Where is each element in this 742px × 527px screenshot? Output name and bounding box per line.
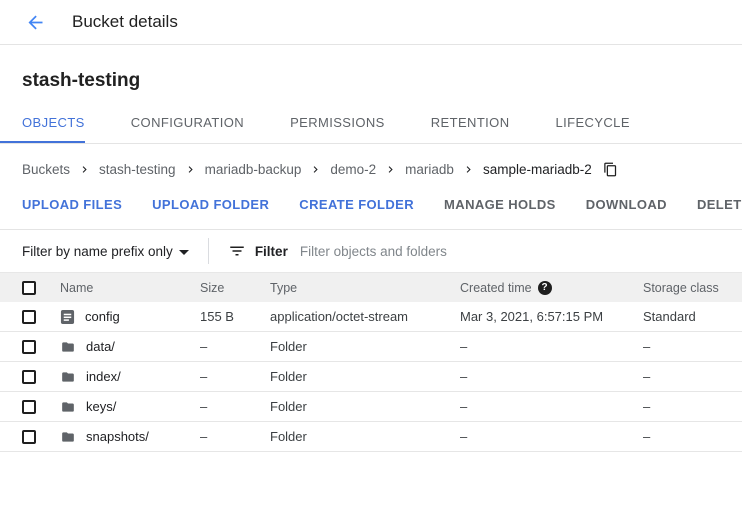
create-folder-button[interactable]: CREATE FOLDER bbox=[299, 197, 414, 212]
object-created-time: – bbox=[460, 369, 643, 384]
row-checkbox[interactable] bbox=[22, 430, 36, 444]
chevron-right-icon bbox=[384, 163, 397, 176]
row-checkbox[interactable] bbox=[22, 370, 36, 384]
manage-holds-button[interactable]: MANAGE HOLDS bbox=[444, 197, 556, 212]
breadcrumb: Buckets stash-testing mariadb-backup dem… bbox=[0, 144, 742, 190]
object-name-link[interactable]: keys/ bbox=[86, 399, 116, 414]
table-row: keys/ – Folder – – bbox=[0, 392, 742, 422]
arrow-back-icon bbox=[25, 12, 46, 33]
table-row: index/ – Folder – – bbox=[0, 362, 742, 392]
object-name-link[interactable]: data/ bbox=[86, 339, 115, 354]
breadcrumb-item-bucket[interactable]: stash-testing bbox=[99, 162, 176, 177]
bucket-name-title: stash-testing bbox=[0, 45, 742, 105]
download-button[interactable]: DOWNLOAD bbox=[586, 197, 667, 212]
back-button[interactable] bbox=[24, 11, 46, 33]
upload-folder-button[interactable]: UPLOAD FOLDER bbox=[152, 197, 269, 212]
column-header-size: Size bbox=[200, 281, 270, 295]
filter-scope-label: Filter by name prefix only bbox=[22, 244, 173, 259]
breadcrumb-item-current: sample-mariadb-2 bbox=[483, 162, 592, 177]
column-header-name: Name bbox=[60, 281, 93, 295]
table-header-row: Name Size Type Created time ? Storage cl… bbox=[0, 272, 742, 302]
tab-lifecycle[interactable]: LIFECYCLE bbox=[555, 105, 629, 143]
folder-icon bbox=[60, 430, 76, 444]
object-type: Folder bbox=[270, 339, 460, 354]
upload-files-button[interactable]: UPLOAD FILES bbox=[22, 197, 122, 212]
tab-permissions[interactable]: PERMISSIONS bbox=[290, 105, 385, 143]
object-actions-toolbar: UPLOAD FILES UPLOAD FOLDER CREATE FOLDER… bbox=[0, 190, 742, 229]
breadcrumb-item-mariadb-backup[interactable]: mariadb-backup bbox=[205, 162, 302, 177]
filter-scope-dropdown[interactable]: Filter by name prefix only bbox=[22, 244, 189, 259]
object-created-time: – bbox=[460, 339, 643, 354]
column-header-type: Type bbox=[270, 281, 460, 295]
filter-bar: Filter by name prefix only Filter bbox=[0, 229, 742, 272]
chevron-right-icon bbox=[184, 163, 197, 176]
dropdown-arrow-icon bbox=[179, 250, 189, 255]
folder-icon bbox=[60, 370, 76, 384]
object-storage-class: – bbox=[643, 429, 742, 444]
breadcrumb-item-demo-2[interactable]: demo-2 bbox=[330, 162, 376, 177]
help-icon[interactable]: ? bbox=[538, 281, 552, 295]
table-row: config 155 B application/octet-stream Ma… bbox=[0, 302, 742, 332]
tab-bar: OBJECTS CONFIGURATION PERMISSIONS RETENT… bbox=[0, 105, 742, 144]
tab-configuration[interactable]: CONFIGURATION bbox=[131, 105, 244, 143]
object-created-time: – bbox=[460, 429, 643, 444]
object-storage-class: – bbox=[643, 369, 742, 384]
filter-list-icon bbox=[228, 242, 246, 260]
breadcrumb-item-mariadb[interactable]: mariadb bbox=[405, 162, 454, 177]
object-created-time: – bbox=[460, 399, 643, 414]
table-row: snapshots/ – Folder – – bbox=[0, 422, 742, 452]
tab-retention[interactable]: RETENTION bbox=[431, 105, 510, 143]
object-name-link[interactable]: snapshots/ bbox=[86, 429, 149, 444]
chevron-right-icon bbox=[462, 163, 475, 176]
row-checkbox[interactable] bbox=[22, 400, 36, 414]
object-size: – bbox=[200, 369, 270, 384]
vertical-divider bbox=[208, 238, 209, 264]
chevron-right-icon bbox=[78, 163, 91, 176]
object-storage-class: – bbox=[643, 339, 742, 354]
object-type: Folder bbox=[270, 399, 460, 414]
folder-icon bbox=[60, 340, 76, 354]
content-copy-icon bbox=[603, 162, 618, 177]
row-checkbox[interactable] bbox=[22, 340, 36, 354]
page-title: Bucket details bbox=[72, 12, 178, 32]
breadcrumb-item-buckets[interactable]: Buckets bbox=[22, 162, 70, 177]
row-checkbox[interactable] bbox=[22, 310, 36, 324]
object-type: Folder bbox=[270, 369, 460, 384]
copy-path-button[interactable] bbox=[603, 162, 618, 177]
object-name-link[interactable]: index/ bbox=[86, 369, 121, 384]
select-all-checkbox[interactable] bbox=[22, 281, 36, 295]
folder-icon bbox=[60, 400, 76, 414]
object-name-link[interactable]: config bbox=[85, 309, 120, 324]
topbar: Bucket details bbox=[0, 0, 742, 45]
delete-button[interactable]: DELETE bbox=[697, 197, 742, 212]
file-icon bbox=[60, 309, 75, 325]
object-type: Folder bbox=[270, 429, 460, 444]
object-storage-class: – bbox=[643, 399, 742, 414]
table-row: data/ – Folder – – bbox=[0, 332, 742, 362]
object-size: – bbox=[200, 429, 270, 444]
object-size: – bbox=[200, 339, 270, 354]
chevron-right-icon bbox=[309, 163, 322, 176]
column-header-created-time: Created time bbox=[460, 281, 532, 295]
object-size: 155 B bbox=[200, 309, 270, 324]
tab-objects[interactable]: OBJECTS bbox=[0, 105, 85, 143]
column-header-storage-class: Storage class bbox=[643, 281, 742, 295]
object-type: application/octet-stream bbox=[270, 309, 460, 324]
filter-objects-input[interactable] bbox=[300, 244, 720, 259]
object-storage-class: Standard bbox=[643, 309, 742, 324]
object-size: – bbox=[200, 399, 270, 414]
filter-label: Filter bbox=[255, 244, 288, 259]
object-created-time: Mar 3, 2021, 6:57:15 PM bbox=[460, 309, 643, 324]
